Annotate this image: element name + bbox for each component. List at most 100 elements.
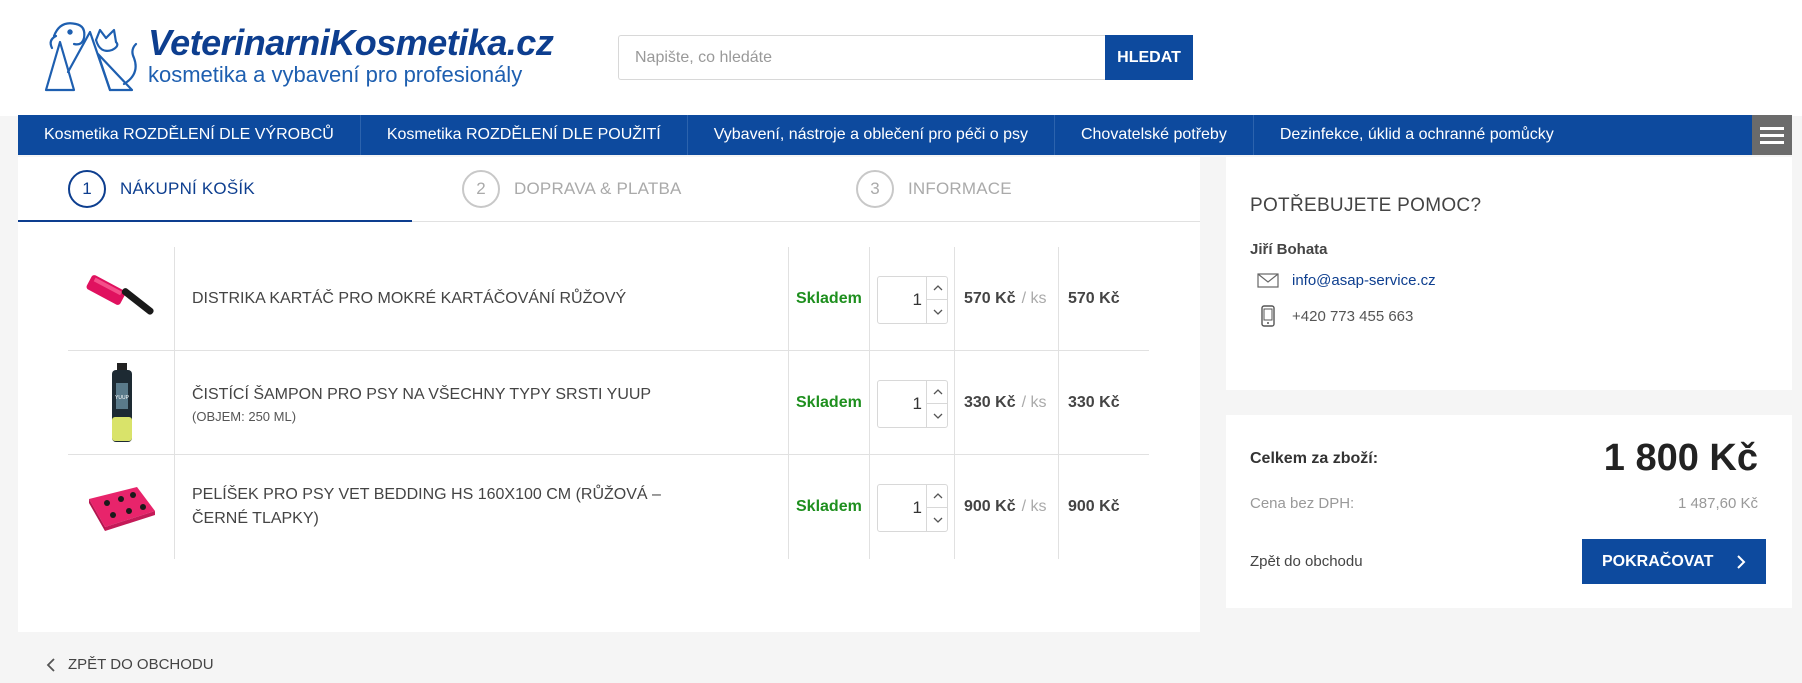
chevron-down-icon[interactable] xyxy=(926,508,948,531)
stock-status: Skladem xyxy=(796,290,862,307)
step-label: NÁKUPNÍ KOŠÍK xyxy=(120,179,255,198)
contact-email[interactable]: info@asap-service.cz xyxy=(1292,272,1436,289)
envelope-icon xyxy=(1256,273,1280,288)
product-image[interactable]: YUUP xyxy=(68,351,175,455)
divider xyxy=(869,247,870,351)
chevron-up-icon[interactable] xyxy=(926,277,948,300)
help-title: POTŘEBUJETE POMOC? xyxy=(1250,195,1482,216)
unit-price-value: 330 Kč xyxy=(964,394,1016,411)
divider xyxy=(788,351,789,455)
active-step-underline xyxy=(18,220,412,222)
nav-item-breeding-supplies[interactable]: Chovatelské potřeby xyxy=(1055,115,1254,155)
nav-item-by-manufacturer[interactable]: Kosmetika ROZDĚLENÍ DLE VÝROBCŮ xyxy=(18,115,361,155)
search-button[interactable]: HLEDAT xyxy=(1105,35,1193,80)
product-name[interactable]: PELÍŠEK PRO PSY VET BEDDING HS 160X100 C… xyxy=(192,483,712,531)
divider xyxy=(1058,455,1059,559)
product-image[interactable] xyxy=(68,247,175,351)
contact-email-row: info@asap-service.cz xyxy=(1256,272,1436,289)
unit-price: 900 Kč / ks xyxy=(964,455,1046,559)
chevron-left-icon xyxy=(46,657,55,672)
price-without-vat-label: Cena bez DPH: xyxy=(1250,495,1355,512)
divider xyxy=(954,455,955,559)
search-bar: HLEDAT xyxy=(618,35,1193,80)
nav-item-equipment[interactable]: Vybavení, nástroje a oblečení pro péči o… xyxy=(688,115,1055,155)
chevron-right-icon xyxy=(1737,554,1746,569)
product-name[interactable]: ČISTÍCÍ ŠAMPON PRO PSY NA VŠECHNY TYPY S… xyxy=(192,383,772,407)
unit-label: / ks xyxy=(1021,394,1047,411)
divider xyxy=(869,351,870,455)
stock-status: Skladem xyxy=(796,394,862,411)
unit-label: / ks xyxy=(1021,498,1047,515)
hamburger-icon[interactable] xyxy=(1752,115,1792,155)
main-nav: Kosmetika ROZDĚLENÍ DLE VÝROBCŮ Kosmetik… xyxy=(18,115,1792,155)
total-label: Celkem za zboží: xyxy=(1250,450,1379,467)
cart-row: DISTRIKA KARTÁČ PRO MOKRÉ KARTÁČOVÁNÍ RŮ… xyxy=(68,247,1149,351)
header: VeterinarniKosmetika.cz kosmetika a vyba… xyxy=(0,0,1802,116)
unit-price-value: 570 Kč xyxy=(964,290,1016,307)
divider xyxy=(954,351,955,455)
step-label: DOPRAVA & PLATBA xyxy=(514,179,682,198)
product-name-cell: PELÍŠEK PRO PSY VET BEDDING HS 160X100 C… xyxy=(192,455,772,559)
cart-panel: 1 NÁKUPNÍ KOŠÍK 2 DOPRAVA & PLATBA 3 INF… xyxy=(18,157,1200,632)
quantity-stepper[interactable]: 1 xyxy=(877,276,948,324)
quantity-stepper[interactable]: 1 xyxy=(877,380,948,428)
price-without-vat-value: 1 487,60 Kč xyxy=(1677,495,1758,512)
search-input[interactable] xyxy=(618,35,1106,80)
divider xyxy=(869,455,870,559)
logo-dog-cat-icon xyxy=(44,22,138,92)
unit-price: 570 Kč / ks xyxy=(964,247,1046,351)
quantity-value[interactable]: 1 xyxy=(878,277,926,323)
contact-name: Jiří Bohata xyxy=(1250,241,1328,258)
step-cart[interactable]: 1 NÁKUPNÍ KOŠÍK xyxy=(68,169,255,209)
row-total: 330 Kč xyxy=(1068,394,1120,411)
quantity-value[interactable]: 1 xyxy=(878,381,926,427)
nav-item-disinfection[interactable]: Dezinfekce, úklid a ochranné pomůcky xyxy=(1254,115,1580,155)
nav-item-by-usage[interactable]: Kosmetika ROZDĚLENÍ DLE POUŽITÍ xyxy=(361,115,688,155)
pink-bedding-image xyxy=(89,487,155,531)
divider xyxy=(788,455,789,559)
chevron-up-icon[interactable] xyxy=(926,485,948,508)
logo[interactable]: VeterinarniKosmetika.cz kosmetika a vyba… xyxy=(40,14,554,94)
logo-title: VeterinarniKosmetika.cz xyxy=(148,22,554,63)
chevron-down-icon[interactable] xyxy=(926,300,948,323)
step-shipping[interactable]: 2 DOPRAVA & PLATBA xyxy=(462,169,682,209)
back-to-shop-link[interactable]: Zpět do obchodu xyxy=(1250,553,1363,570)
stock-status: Skladem xyxy=(796,498,862,515)
chevron-up-icon[interactable] xyxy=(926,381,948,404)
step-number: 2 xyxy=(462,170,500,208)
quantity-value[interactable]: 1 xyxy=(878,485,926,531)
product-name-cell: DISTRIKA KARTÁČ PRO MOKRÉ KARTÁČOVÁNÍ RŮ… xyxy=(192,247,772,351)
divider xyxy=(1058,247,1059,351)
step-number: 1 xyxy=(68,170,106,208)
product-name-cell: ČISTÍCÍ ŠAMPON PRO PSY NA VŠECHNY TYPY S… xyxy=(192,351,772,455)
step-number: 3 xyxy=(856,170,894,208)
product-variant: (OBJEM: 250 ML) xyxy=(192,408,297,424)
row-total: 570 Kč xyxy=(1068,290,1120,307)
step-label: INFORMACE xyxy=(908,179,1012,198)
quantity-stepper[interactable]: 1 xyxy=(877,484,948,532)
product-image[interactable] xyxy=(68,455,175,559)
unit-price: 330 Kč / ks xyxy=(964,351,1046,455)
chevron-down-icon[interactable] xyxy=(926,404,948,427)
divider xyxy=(954,247,955,351)
product-name[interactable]: DISTRIKA KARTÁČ PRO MOKRÉ KARTÁČOVÁNÍ RŮ… xyxy=(192,287,772,311)
shampoo-bottle-image: YUUP xyxy=(112,363,132,442)
continue-label: POKRAČOVAT xyxy=(1602,552,1714,570)
svg-text:YUUP: YUUP xyxy=(115,395,130,401)
total-value: 1 800 Kč xyxy=(1603,437,1758,479)
back-to-shop-label: ZPĚT DO OBCHODU xyxy=(68,656,214,673)
divider xyxy=(788,247,789,351)
unit-price-value: 900 Kč xyxy=(964,498,1016,515)
help-box: POTŘEBUJETE POMOC? Jiří Bohata info@asap… xyxy=(1226,157,1792,390)
pink-brush-image xyxy=(86,275,154,315)
cart-row: PELÍŠEK PRO PSY VET BEDDING HS 160X100 C… xyxy=(68,455,1149,559)
step-information[interactable]: 3 INFORMACE xyxy=(856,169,1012,209)
back-to-shop-link[interactable]: ZPĚT DO OBCHODU xyxy=(46,656,214,673)
contact-phone: +420 773 455 663 xyxy=(1292,307,1414,325)
divider xyxy=(1058,351,1059,455)
continue-button[interactable]: POKRAČOVAT xyxy=(1582,539,1766,584)
checkout-steps: 1 NÁKUPNÍ KOŠÍK 2 DOPRAVA & PLATBA 3 INF… xyxy=(18,157,1200,222)
cart-row: YUUP ČISTÍCÍ ŠAMPON PRO PSY NA VŠECHNY T… xyxy=(68,351,1149,455)
row-total: 900 Kč xyxy=(1068,498,1120,515)
logo-subtitle: kosmetika a vybavení pro profesionály xyxy=(148,62,523,87)
